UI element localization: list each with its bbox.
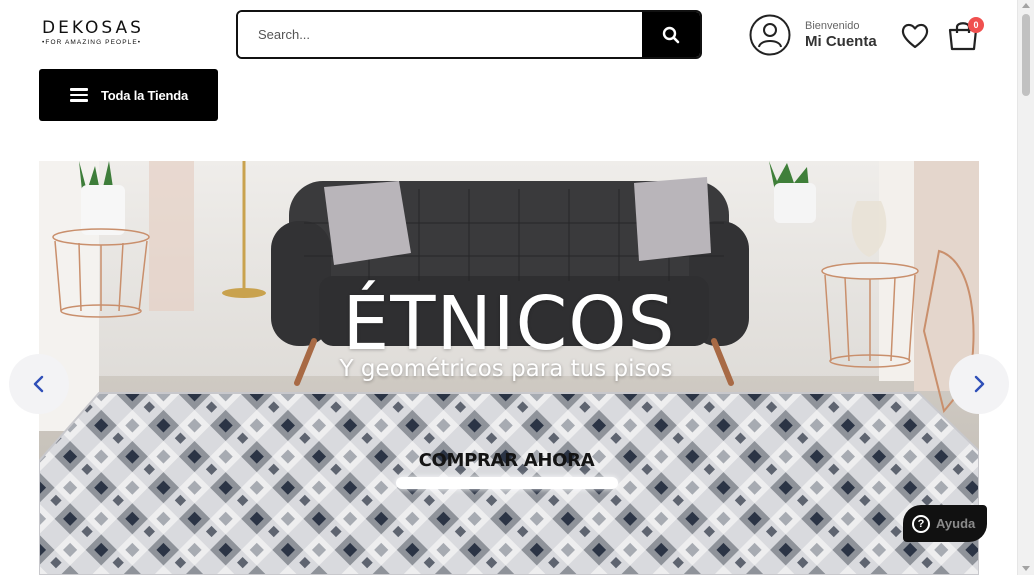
shop-now-button[interactable]: COMPRAR AHORA bbox=[394, 450, 619, 490]
carousel-next-button[interactable] bbox=[949, 354, 1009, 414]
search-input[interactable] bbox=[238, 12, 642, 57]
carousel-prev-button[interactable] bbox=[9, 354, 69, 414]
chevron-right-icon bbox=[974, 375, 985, 393]
help-widget-button[interactable]: ? Ayuda bbox=[903, 505, 987, 542]
account-welcome: Bienvenido bbox=[805, 19, 860, 32]
menu-icon bbox=[70, 88, 88, 102]
page: DEKOSAS •FOR AMAZING PEOPLE• Bienvenido … bbox=[0, 0, 1034, 575]
hero-banner[interactable]: ÉTNICOS Y geométricos para tus pisos COM… bbox=[39, 161, 979, 575]
heart-icon[interactable] bbox=[899, 20, 931, 50]
shop-now-underline bbox=[395, 477, 618, 489]
account-link[interactable]: Bienvenido Mi Cuenta bbox=[749, 14, 889, 56]
search-bar bbox=[236, 10, 702, 59]
account-label: Mi Cuenta bbox=[805, 32, 877, 50]
question-icon: ? bbox=[912, 514, 930, 533]
scroll-down-arrow-icon[interactable] bbox=[1022, 566, 1030, 571]
page-scrollbar[interactable] bbox=[1017, 0, 1034, 575]
scrollbar-thumb[interactable] bbox=[1022, 14, 1030, 96]
brand-logo[interactable]: DEKOSAS •FOR AMAZING PEOPLE• bbox=[42, 18, 160, 52]
scroll-up-arrow-icon[interactable] bbox=[1022, 3, 1030, 8]
user-icon bbox=[749, 14, 791, 56]
brand-tagline: •FOR AMAZING PEOPLE• bbox=[42, 39, 142, 46]
all-store-label: Toda la Tienda bbox=[101, 87, 189, 103]
search-icon bbox=[662, 26, 680, 43]
search-button[interactable] bbox=[642, 12, 700, 57]
chevron-left-icon bbox=[33, 375, 44, 393]
account-text: Bienvenido Mi Cuenta bbox=[805, 20, 877, 51]
hero-title: ÉTNICOS bbox=[342, 281, 676, 367]
brand-name: DEKOSAS bbox=[42, 18, 144, 38]
shop-now-label: COMPRAR AHORA bbox=[418, 450, 595, 471]
help-label: Ayuda bbox=[936, 516, 976, 531]
hero-subtitle: Y geométricos para tus pisos bbox=[339, 356, 673, 382]
cart-count-badge: 0 bbox=[968, 17, 984, 33]
all-store-menu-button[interactable]: Toda la Tienda bbox=[39, 69, 218, 121]
